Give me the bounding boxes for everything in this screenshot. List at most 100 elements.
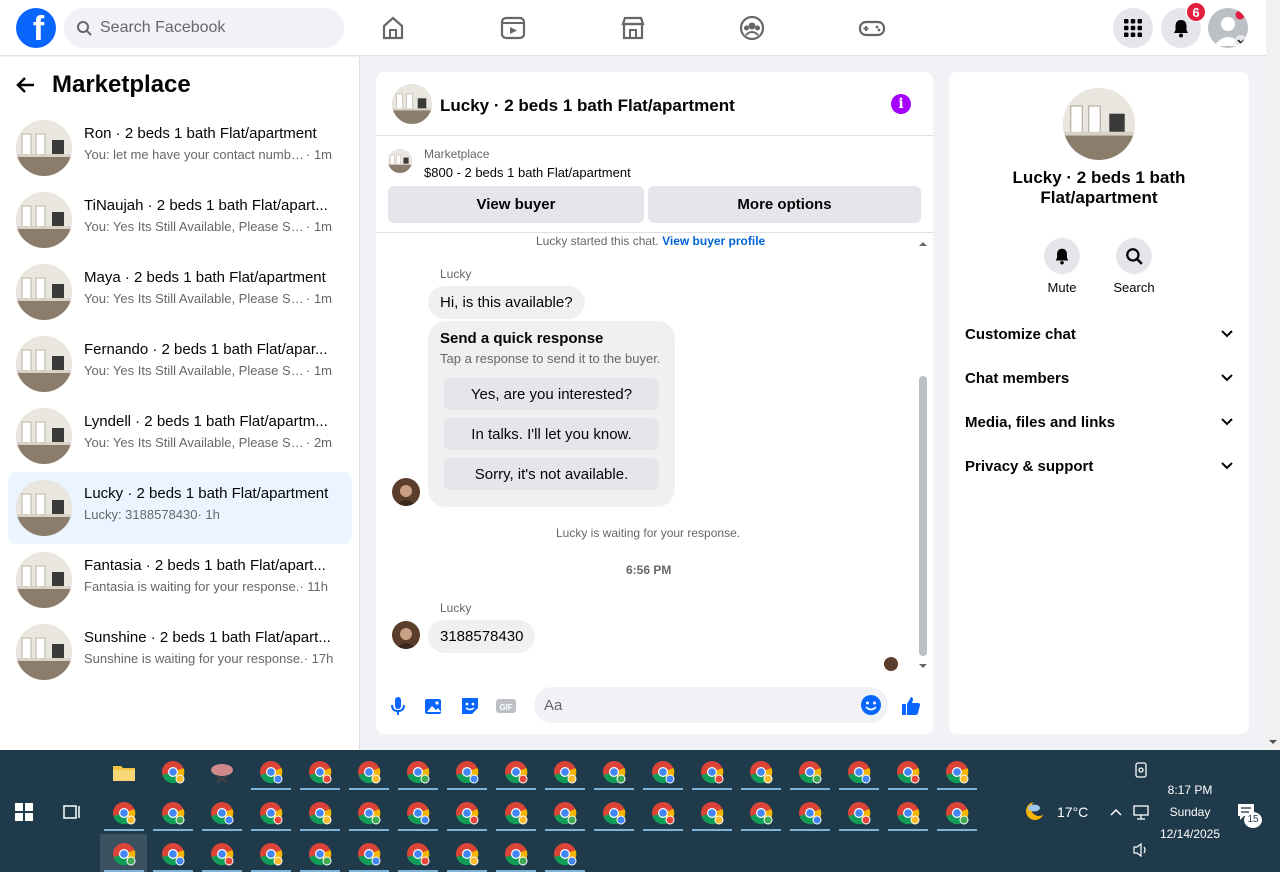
chrome-icon[interactable] <box>355 840 383 868</box>
conversation-item[interactable]: Fernando · 2 beds 1 bath Flat/apar... You… <box>8 328 352 400</box>
home-icon[interactable] <box>379 14 407 42</box>
chrome-icon[interactable] <box>453 840 481 868</box>
chrome-icon[interactable] <box>404 840 432 868</box>
chrome-icon[interactable] <box>453 799 481 827</box>
privacy-support-section[interactable]: Privacy & support <box>965 454 1233 478</box>
search-input[interactable]: Search Facebook <box>64 8 344 48</box>
mute-button[interactable]: Mute <box>1032 238 1092 295</box>
chrome-icon[interactable] <box>159 840 187 868</box>
chrome-icon[interactable] <box>159 799 187 827</box>
chrome-icon[interactable] <box>551 758 579 786</box>
microphone-icon[interactable] <box>387 695 409 717</box>
chrome-icon[interactable] <box>306 840 334 868</box>
scrollbar-thumb[interactable] <box>919 376 927 656</box>
sticker-icon[interactable] <box>459 695 481 717</box>
message-input[interactable]: Aa <box>534 687 888 723</box>
chrome-icon[interactable] <box>894 758 922 786</box>
chrome-icon[interactable] <box>943 758 971 786</box>
chrome-icon[interactable] <box>796 799 824 827</box>
chrome-icon[interactable] <box>257 758 285 786</box>
chrome-icon[interactable] <box>894 799 922 827</box>
windows-start-icon[interactable] <box>10 798 38 826</box>
info-icon[interactable]: i <box>891 94 911 114</box>
snipping-tool-icon[interactable] <box>208 758 236 786</box>
chrome-icon[interactable] <box>110 799 138 827</box>
chat-members-section[interactable]: Chat members <box>965 366 1233 390</box>
chrome-icon[interactable] <box>502 840 530 868</box>
chat-title[interactable]: Lucky · 2 beds 1 bath Flat/apartment <box>440 96 735 116</box>
message-scrollbar[interactable] <box>917 240 929 670</box>
weather-temperature[interactable]: 17°C <box>1057 804 1088 820</box>
message-bubble[interactable]: Hi, is this available? <box>428 286 585 319</box>
chrome-icon[interactable] <box>551 799 579 827</box>
clock-date[interactable]: 12/14/2025 <box>1158 827 1222 841</box>
chrome-icon[interactable] <box>355 799 383 827</box>
chrome-icon[interactable] <box>404 758 432 786</box>
quick-response-not-available[interactable]: Sorry, it's not available. <box>444 458 659 490</box>
chrome-icon[interactable] <box>600 758 628 786</box>
scroll-up-arrow-icon[interactable] <box>917 240 929 248</box>
gaming-icon[interactable] <box>858 14 886 42</box>
chrome-icon[interactable] <box>649 799 677 827</box>
search-in-chat-button[interactable]: Search <box>1104 238 1164 295</box>
clock-time[interactable]: 8:17 PM <box>1166 783 1214 797</box>
chrome-icon[interactable] <box>845 799 873 827</box>
chrome-icon[interactable] <box>355 758 383 786</box>
chrome-icon[interactable] <box>845 758 873 786</box>
buyer-avatar[interactable] <box>392 478 420 506</box>
conversation-item[interactable]: TiNaujah · 2 beds 1 bath Flat/apart... Yo… <box>8 184 352 256</box>
volume-icon[interactable] <box>1132 842 1160 870</box>
chrome-icon[interactable] <box>747 758 775 786</box>
chrome-icon[interactable] <box>257 840 285 868</box>
quick-response-yes[interactable]: Yes, are you interested? <box>444 378 659 410</box>
listing-thumbnail[interactable] <box>388 149 412 173</box>
chrome-icon[interactable] <box>110 840 138 868</box>
conversation-item[interactable]: Sunshine · 2 beds 1 bath Flat/apart... Su… <box>8 616 352 688</box>
conversation-item[interactable]: Ron · 2 beds 1 bath Flat/apartment You: l… <box>8 112 352 184</box>
chrome-icon[interactable] <box>943 799 971 827</box>
conversation-item[interactable]: Maya · 2 beds 1 bath Flat/apartment You: … <box>8 256 352 328</box>
photo-icon[interactable] <box>423 695 445 717</box>
view-buyer-button[interactable]: View buyer <box>388 186 644 223</box>
conversation-item[interactable]: Lyndell · 2 beds 1 bath Flat/apartm... Yo… <box>8 400 352 472</box>
menu-grid-button[interactable] <box>1113 8 1153 48</box>
file-explorer-icon[interactable] <box>110 758 138 786</box>
weather-moon-icon[interactable] <box>1022 798 1050 826</box>
conversation-item[interactable]: Fantasia · 2 beds 1 bath Flat/apart... Fa… <box>8 544 352 616</box>
customize-chat-section[interactable]: Customize chat <box>965 322 1233 346</box>
chrome-icon[interactable] <box>551 840 579 868</box>
thumbs-up-icon[interactable] <box>900 695 922 717</box>
network-icon[interactable] <box>1132 804 1160 832</box>
scroll-down-arrow-icon[interactable] <box>917 662 929 670</box>
chrome-icon[interactable] <box>306 758 334 786</box>
buyer-avatar[interactable] <box>392 621 420 649</box>
quick-response-in-talks[interactable]: In talks. I'll let you know. <box>444 418 659 450</box>
chrome-icon[interactable] <box>502 758 530 786</box>
chat-avatar[interactable] <box>392 84 432 124</box>
chrome-icon[interactable] <box>453 758 481 786</box>
facebook-logo-icon[interactable]: f <box>16 8 56 48</box>
chrome-icon[interactable] <box>208 799 236 827</box>
emoji-icon[interactable] <box>860 694 882 716</box>
back-arrow-icon[interactable] <box>16 75 36 95</box>
marketplace-icon[interactable] <box>619 14 647 42</box>
scroll-down-arrow-icon[interactable] <box>1267 737 1279 747</box>
chrome-icon[interactable] <box>747 799 775 827</box>
chrome-icon[interactable] <box>796 758 824 786</box>
gif-icon[interactable]: GIF <box>495 695 517 717</box>
view-buyer-profile-link[interactable]: View buyer profile <box>662 234 765 248</box>
chrome-icon[interactable] <box>698 799 726 827</box>
chrome-icon[interactable] <box>698 758 726 786</box>
chrome-icon[interactable] <box>600 799 628 827</box>
chrome-icon[interactable] <box>404 799 432 827</box>
chrome-icon[interactable] <box>257 799 285 827</box>
chrome-icon[interactable] <box>306 799 334 827</box>
video-icon[interactable] <box>499 14 527 42</box>
chrome-icon[interactable] <box>159 758 187 786</box>
chrome-icon[interactable] <box>502 799 530 827</box>
chrome-icon[interactable] <box>649 758 677 786</box>
conversation-item[interactable]: Lucky · 2 beds 1 bath Flat/apartment Luck… <box>8 472 352 544</box>
meet-now-icon[interactable] <box>1131 760 1159 788</box>
media-files-links-section[interactable]: Media, files and links <box>965 410 1233 434</box>
details-avatar[interactable] <box>1063 88 1135 160</box>
